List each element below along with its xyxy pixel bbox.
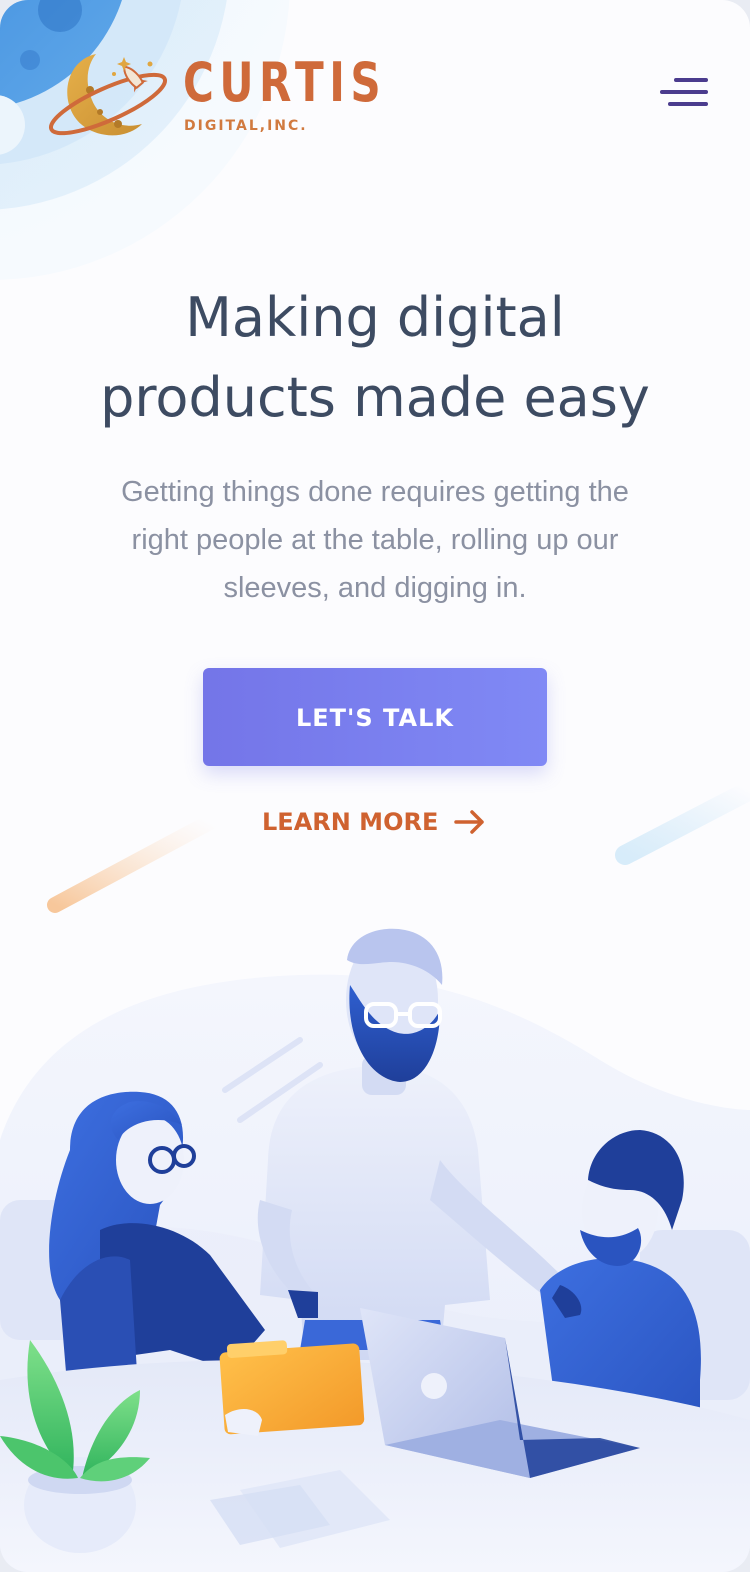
team-meeting-illustration [0,928,750,1572]
hero-subtitle-line-3: sleeves, and digging in. [223,572,527,604]
brand-subtitle: DIGITAL,INC. [184,118,308,134]
menu-line-top [674,78,708,82]
hamburger-menu-icon[interactable] [652,68,716,116]
hero-title: Making digital products made easy [0,278,750,438]
site-header: CURTIS DIGITAL,INC. [0,0,750,190]
hero-subtitle-line-1: Getting things done requires getting the [121,476,629,508]
menu-line-bottom [668,102,708,106]
hero-title-line-2: products made easy [100,366,650,429]
brand-logo[interactable]: CURTIS DIGITAL,INC. [38,42,398,152]
brand-name: CURTIS [183,51,387,114]
menu-line-middle [660,90,708,94]
hero-title-line-1: Making digital [185,286,565,349]
lets-talk-button[interactable]: LET'S TALK [203,668,547,766]
hero-subtitle: Getting things done requires getting the… [75,468,675,612]
moon-planet-rocket-logo [48,54,168,136]
app-screen: CURTIS DIGITAL,INC. Making digital produ… [0,0,750,1572]
hero-subtitle-line-2: right people at the table, rolling up ou… [131,524,619,556]
